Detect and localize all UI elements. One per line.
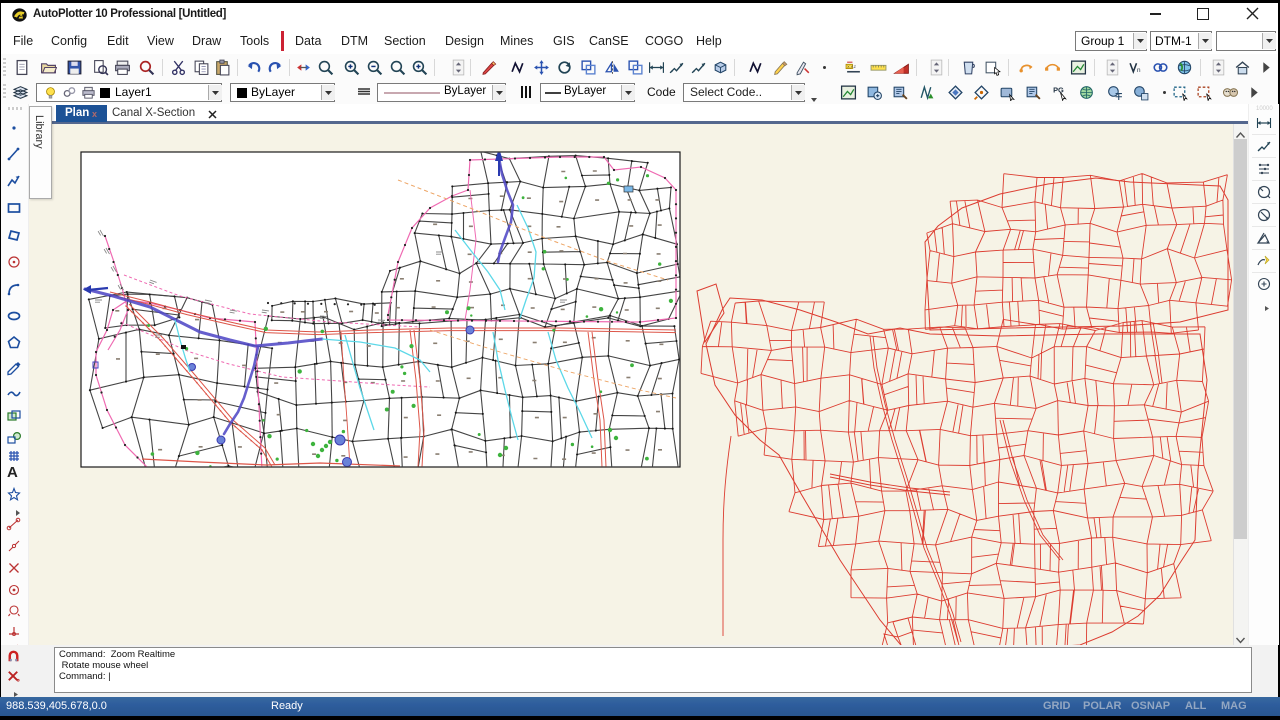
svg-text:X,Y,Z: X,Y,Z <box>847 65 857 69</box>
svg-text:PG: PG <box>1053 86 1064 95</box>
svg-text:n: n <box>1137 67 1141 74</box>
